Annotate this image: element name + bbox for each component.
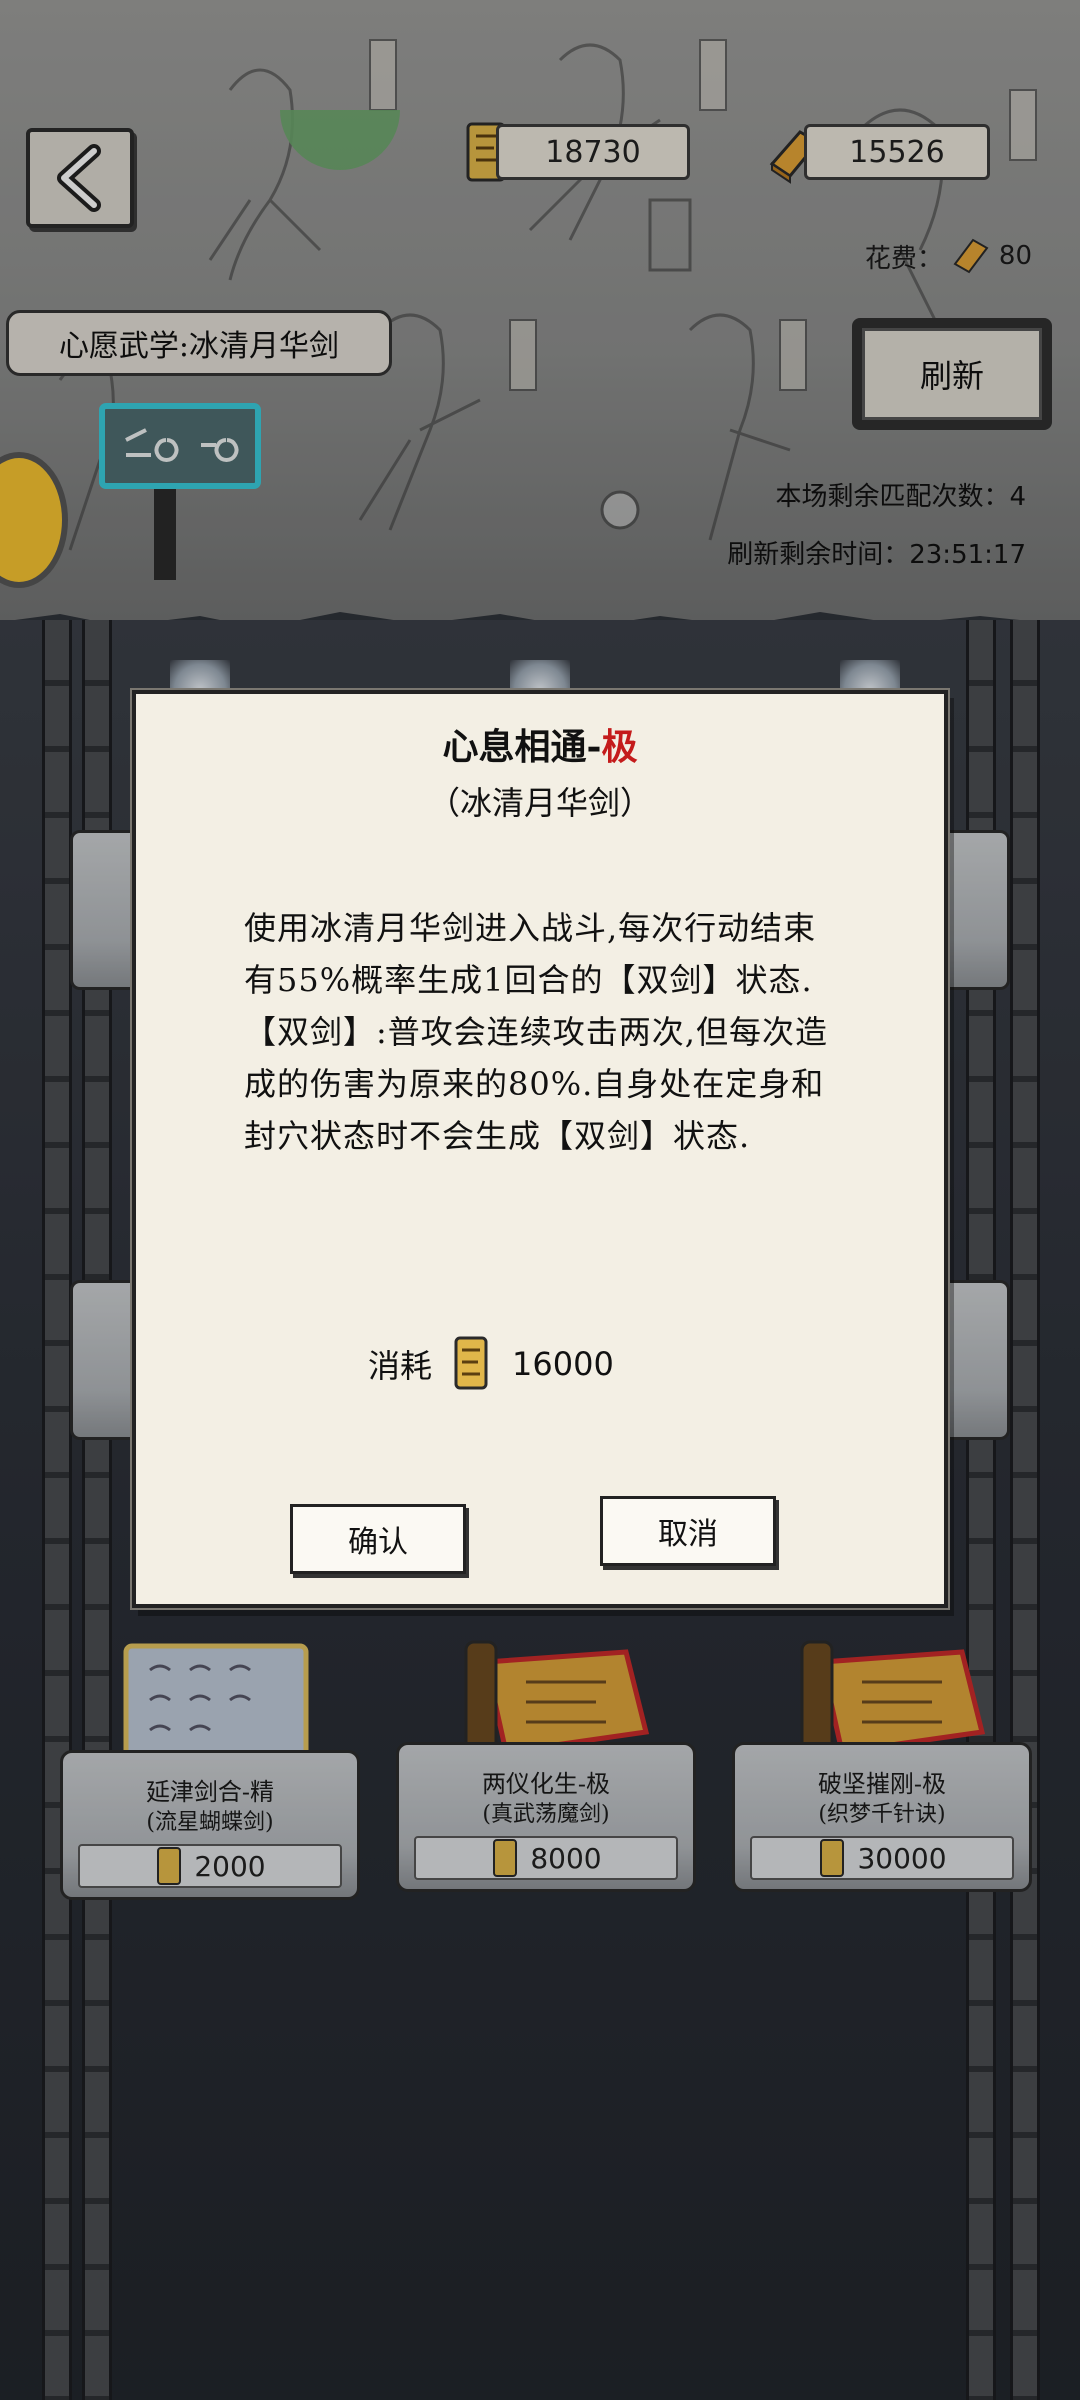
dialog-cost-label: 消耗	[368, 1347, 433, 1385]
cancel-button[interactable]: 取消	[600, 1496, 776, 1566]
dialog-cost-value: 16000	[512, 1345, 614, 1383]
purchase-dialog: 心息相通-极 （冰清月华剑） 使用冰清月华剑进入战斗,每次行动结束有55%概率生…	[132, 690, 948, 1608]
confirm-button[interactable]: 确认	[290, 1504, 466, 1574]
dialog-title-main: 心息相通-	[442, 726, 602, 768]
dialog-title: 心息相通-极	[136, 718, 944, 770]
dialog-description: 使用冰清月华剑进入战斗,每次行动结束有55%概率生成1回合的【双剑】状态.【双剑…	[244, 909, 828, 1155]
dialog-cost: 消耗 16000	[368, 1334, 614, 1394]
dialog-subtitle: （冰清月华剑）	[427, 784, 652, 822]
dialog-title-grade: 极	[601, 726, 638, 768]
scroll-currency-icon	[454, 1336, 488, 1390]
